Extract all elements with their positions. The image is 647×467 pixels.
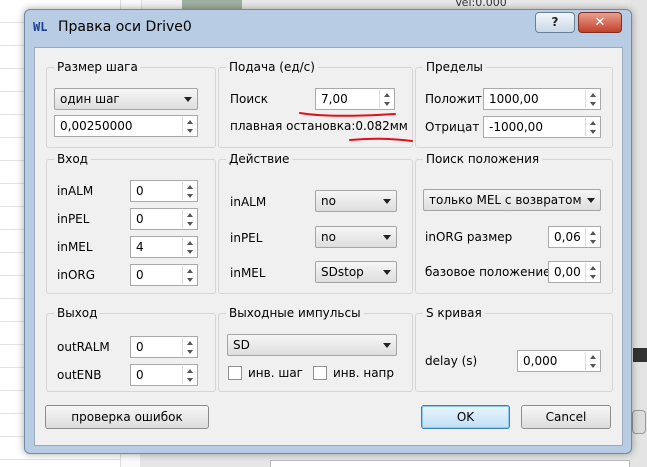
annotation-underlines [299,112,413,142]
underline-smooth-stop [349,137,413,142]
underline-search-value [299,112,396,117]
